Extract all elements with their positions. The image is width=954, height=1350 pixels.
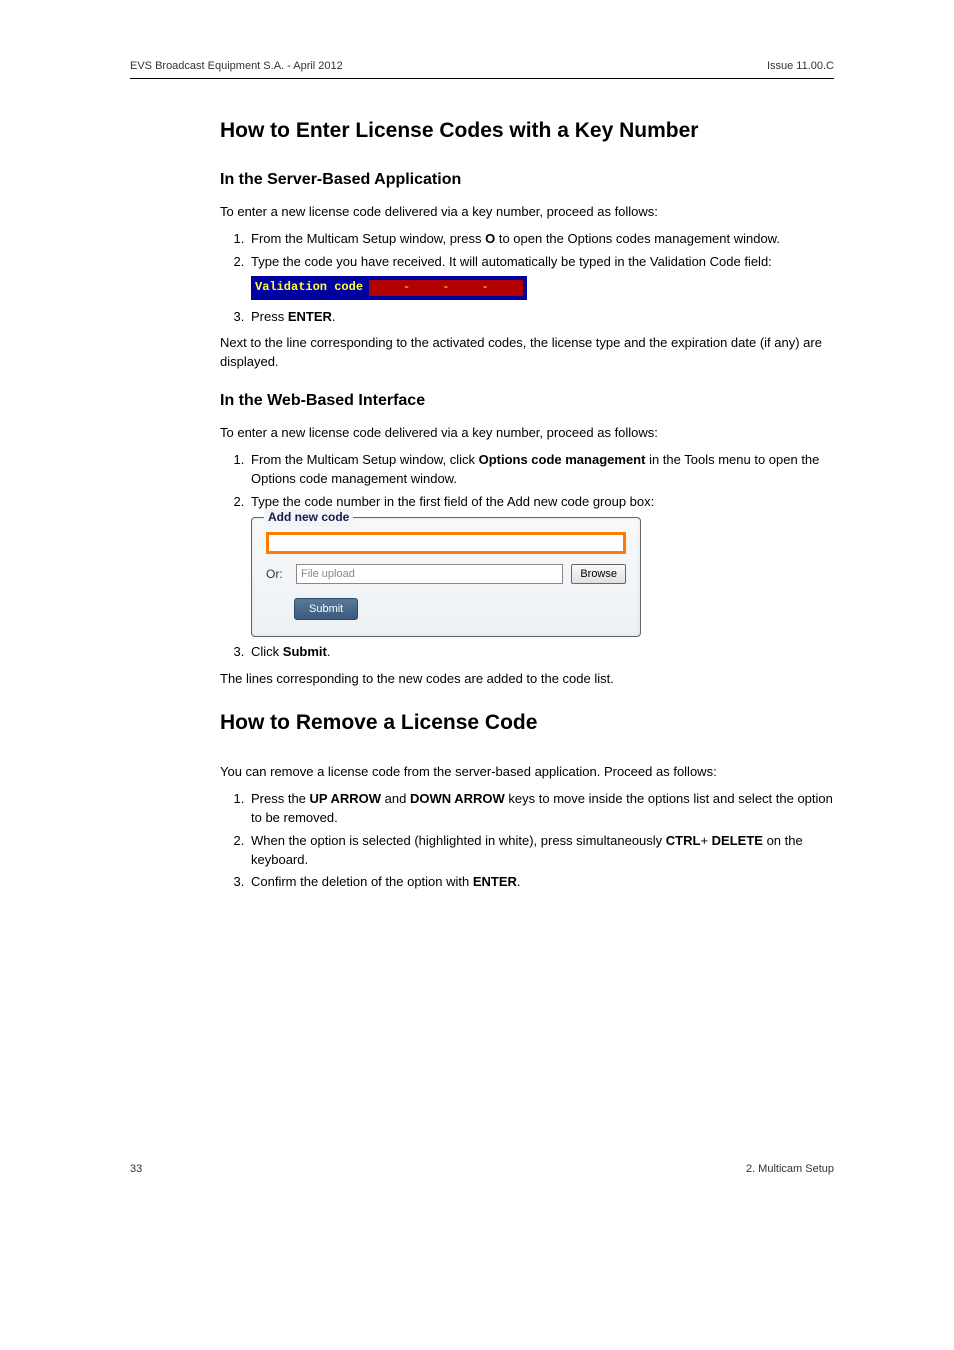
list-item: Click Submit. — [248, 643, 834, 662]
server-steps-list: From the Multicam Setup window, press O … — [220, 230, 834, 327]
header-left: EVS Broadcast Equipment S.A. - April 201… — [130, 60, 343, 72]
list-item: When the option is selected (highlighted… — [248, 832, 834, 870]
remove-steps-list: Press the UP ARROW and DOWN ARROW keys t… — [220, 790, 834, 892]
list-item: Confirm the deletion of the option with … — [248, 873, 834, 892]
subsection-server-app-title: In the Server-Based Application — [220, 171, 834, 189]
web-outro: The lines corresponding to the new codes… — [220, 670, 834, 689]
list-item: From the Multicam Setup window, click Op… — [248, 451, 834, 489]
file-upload-input[interactable]: File upload — [296, 564, 563, 584]
header-rule — [130, 78, 834, 79]
submit-button[interactable]: Submit — [294, 598, 358, 620]
code-input[interactable] — [266, 532, 626, 554]
page-number: 33 — [130, 1163, 142, 1175]
page-header: EVS Broadcast Equipment S.A. - April 201… — [130, 60, 834, 72]
section-enter-codes-title: How to Enter License Codes with a Key Nu… — [220, 119, 834, 143]
or-label: Or: — [266, 566, 288, 583]
validation-code-illustration: Validation code - - - — [251, 276, 527, 300]
validation-code-field: - - - — [369, 280, 523, 296]
browse-button[interactable]: Browse — [571, 564, 626, 584]
add-new-code-illustration: Add new code Or: File upload Browse Subm… — [251, 517, 641, 637]
web-intro: To enter a new license code delivered vi… — [220, 424, 834, 443]
list-item: From the Multicam Setup window, press O … — [248, 230, 834, 249]
list-item: Press the UP ARROW and DOWN ARROW keys t… — [248, 790, 834, 828]
page-footer: 33 2. Multicam Setup — [130, 1163, 834, 1175]
server-intro: To enter a new license code delivered vi… — [220, 203, 834, 222]
add-new-code-legend: Add new code — [264, 509, 353, 526]
web-steps-list: From the Multicam Setup window, click Op… — [220, 451, 834, 662]
validation-code-label: Validation code — [255, 279, 363, 296]
list-item: Type the code number in the first field … — [248, 493, 834, 638]
remove-intro: You can remove a license code from the s… — [220, 763, 834, 782]
header-right: Issue 11.00.C — [767, 60, 834, 72]
list-item: Type the code you have received. It will… — [248, 253, 834, 304]
section-remove-code-title: How to Remove a License Code — [220, 711, 834, 735]
server-outro: Next to the line corresponding to the ac… — [220, 334, 834, 372]
list-item: Press ENTER. — [248, 308, 834, 327]
footer-section: 2. Multicam Setup — [746, 1163, 834, 1175]
content-body: How to Enter License Codes with a Key Nu… — [220, 119, 834, 892]
subsection-web-interface-title: In the Web-Based Interface — [220, 392, 834, 410]
